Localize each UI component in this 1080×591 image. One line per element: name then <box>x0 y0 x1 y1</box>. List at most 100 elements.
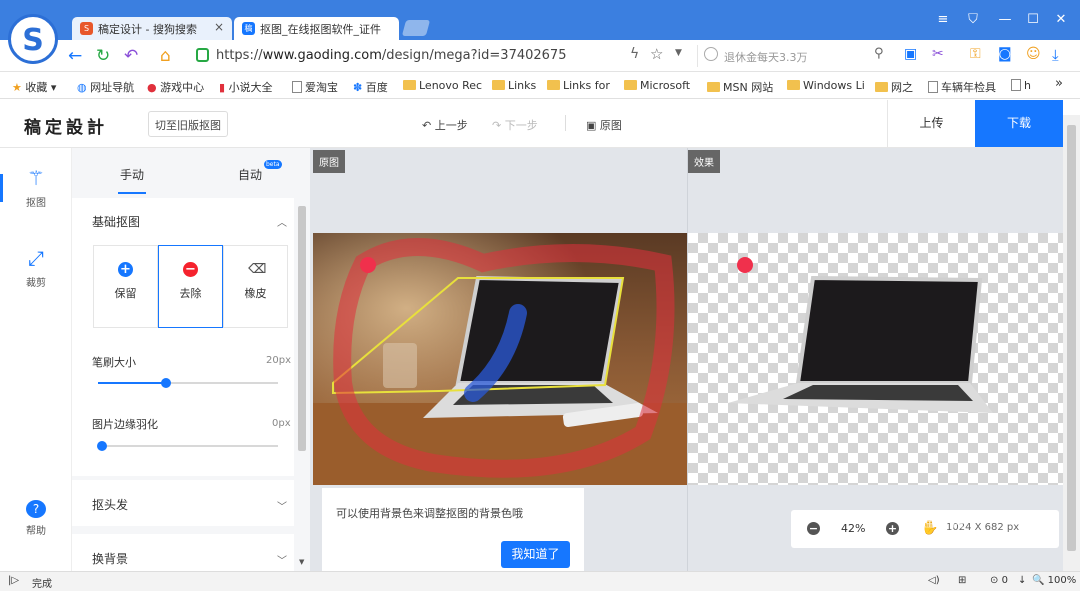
address-toolbar: ← ↻ ↶ ⌂ https://www.gaoding.com/design/m… <box>0 40 1080 72</box>
sidebar-toggle-icon[interactable]: |▷ <box>8 575 19 586</box>
bookmark-games[interactable]: ● 游戏中心 <box>147 79 204 95</box>
tab-gaoding-cutout[interactable]: 稿 抠图_在线抠图软件_证件 <box>234 17 399 40</box>
page-scrollbar[interactable] <box>1063 115 1080 571</box>
tab-auto[interactable]: 自动 <box>238 166 262 183</box>
status-text: 完成 <box>32 579 52 590</box>
chevron-down-icon: ﹀ <box>277 502 287 513</box>
brand-logo: 稿定設計 <box>24 118 108 138</box>
scroll-thumb[interactable] <box>1067 125 1076 551</box>
old-version-button[interactable]: 切至旧版抠图 <box>148 111 228 137</box>
sogou-search-icon <box>704 47 718 61</box>
divider <box>565 115 566 131</box>
bookmark-wangzhi[interactable]: 网之 <box>875 79 913 95</box>
download-status-icon[interactable]: ↓ <box>1018 575 1026 586</box>
panel-scrollbar[interactable] <box>298 206 306 451</box>
undo-close-icon[interactable]: ↶ <box>124 46 138 66</box>
page-icon <box>1011 79 1021 91</box>
chevron-down-icon[interactable]: ▼ <box>675 48 682 58</box>
help-icon: ? <box>26 500 46 518</box>
bookmark-msn[interactable]: MSN 网站 <box>707 79 773 95</box>
star-icon[interactable]: ☆ <box>650 45 663 63</box>
bookmark-vehicle[interactable]: 车辆年检具 <box>928 79 996 95</box>
got-it-button[interactable]: 我知道了 <box>501 541 570 568</box>
skin-icon[interactable]: ⛉ <box>962 12 984 27</box>
bookmark-favorites[interactable]: ★ 收藏 ▾ <box>12 79 56 95</box>
remove-tool-button[interactable]: − 去除 <box>158 245 223 328</box>
globe-icon: ◍ <box>77 81 87 94</box>
download-button[interactable]: 下载 <box>975 100 1063 147</box>
bookmark-links[interactable]: Links <box>492 79 536 92</box>
back-icon[interactable]: ← <box>68 46 82 66</box>
menu-icon[interactable]: ≡ <box>932 12 954 27</box>
page-zoom[interactable]: 🔍 100% <box>1032 575 1076 586</box>
bookmark-microsoft[interactable]: Microsoft <box>624 79 690 92</box>
feather-handle[interactable] <box>97 441 107 451</box>
original-photo[interactable] <box>313 233 687 485</box>
refresh-icon[interactable]: ↻ <box>96 46 110 66</box>
tab-title: 抠图_在线抠图软件_证件 <box>260 23 381 36</box>
original-button[interactable]: ▣ 原图 <box>586 117 622 133</box>
speaker-icon[interactable]: ◁) <box>928 575 940 586</box>
url-text[interactable]: https://www.gaoding.com/design/mega?id=3… <box>216 48 566 63</box>
background-section[interactable]: 换背景 ﹀ <box>72 534 294 571</box>
zoom-out-icon[interactable]: − <box>807 522 820 535</box>
section-title[interactable]: 基础抠图 <box>92 213 140 230</box>
cutout-tool-panel: 手动 自动 基础抠图 ︿ + 保留 − 去除 ⌫ 橡皮 笔刷大小 20px 图片… <box>72 148 310 571</box>
page-icon <box>928 81 938 93</box>
zoom-level: 42% <box>841 522 866 535</box>
sidebar-item-help[interactable]: ? 帮助 <box>0 500 72 537</box>
zoom-in-icon[interactable]: + <box>886 522 899 535</box>
bookmark-lenovo[interactable]: Lenovo Rec <box>403 79 482 92</box>
count-badge[interactable]: ⊙ 0 <box>990 575 1008 586</box>
close-window-icon[interactable]: ✕ <box>1050 12 1072 27</box>
scissors-icon[interactable]: ✂ <box>932 46 944 62</box>
tab-sogou-search[interactable]: S 稿定设计 - 搜狗搜索 × <box>72 17 232 40</box>
chevron-down-icon: ﹀ <box>277 556 287 567</box>
extension-icon[interactable]: ▣ <box>904 46 917 62</box>
bookmarks-more-button[interactable]: » <box>1055 76 1063 91</box>
bookmark-windows-live[interactable]: Windows Li <box>787 79 865 92</box>
home-icon[interactable]: ⌂ <box>160 46 171 66</box>
star-icon: ★ <box>12 81 22 94</box>
tab-manual[interactable]: 手动 <box>120 166 144 183</box>
minimize-icon[interactable]: — <box>994 12 1016 27</box>
brush-size-fill <box>98 382 167 384</box>
sidebar-item-cutout[interactable]: ⚚ 抠图 <box>0 166 72 209</box>
bookmark-baidu[interactable]: ✽ 百度 <box>353 79 388 95</box>
new-tab-button[interactable] <box>401 20 431 36</box>
upload-button[interactable]: 上传 <box>887 100 975 147</box>
emoji-icon[interactable]: ☺ <box>1026 46 1041 62</box>
bookmark-novels[interactable]: ▮ 小说大全 <box>219 79 273 95</box>
bookmark-h[interactable]: h <box>1011 79 1031 92</box>
url-bar[interactable]: https://www.gaoding.com/design/mega?id=3… <box>190 44 693 68</box>
translate-icon[interactable]: ◙ <box>998 46 1012 62</box>
sidebar-item-crop[interactable]: ⤢ 裁剪 <box>0 246 72 289</box>
basic-cutout-section: 基础抠图 ︿ <box>72 198 294 476</box>
maximize-icon[interactable]: ☐ <box>1022 12 1044 27</box>
lightning-icon[interactable]: ϟ <box>630 46 639 62</box>
chevron-up-icon[interactable]: ︿ <box>277 214 287 229</box>
plus-circle-icon: + <box>118 262 133 277</box>
eraser-tool-button[interactable]: ⌫ 橡皮 <box>223 245 288 328</box>
download-icon[interactable]: ⤓ <box>1052 46 1059 64</box>
folder-icon <box>547 80 560 90</box>
bookmark-taobao[interactable]: 爱淘宝 <box>292 79 338 95</box>
cutout-laptop <box>728 257 993 413</box>
bookmarks-bar: ★ 收藏 ▾ ◍ 网址导航 ● 游戏中心 ▮ 小说大全 爱淘宝 ✽ 百度 Len… <box>0 72 1080 99</box>
scroll-down-icon[interactable]: ▼ <box>299 558 304 566</box>
feather-slider[interactable] <box>98 445 278 447</box>
undo-button[interactable]: ↶ 上一步 <box>422 117 468 133</box>
redo-icon: ↷ <box>492 119 502 132</box>
adblock-icon[interactable]: ⊞ <box>958 575 966 586</box>
key-icon[interactable]: ⚿ <box>970 46 981 62</box>
redo-button[interactable]: ↷ 下一步 <box>492 117 538 133</box>
hair-section[interactable]: 抠头发 ﹀ <box>72 480 294 526</box>
bookmark-links-for[interactable]: Links for <box>547 79 610 92</box>
bookmark-nav[interactable]: ◍ 网址导航 <box>77 79 134 95</box>
search-icon[interactable]: ⚲ <box>874 46 884 61</box>
search-box[interactable]: 退休金每天3.3万 ⚲ <box>697 45 892 67</box>
crop-icon: ⤢ <box>28 246 44 270</box>
keep-tool-button[interactable]: + 保留 <box>93 245 158 328</box>
effect-preview[interactable] <box>688 233 1063 485</box>
close-tab-icon[interactable]: × <box>214 20 224 34</box>
